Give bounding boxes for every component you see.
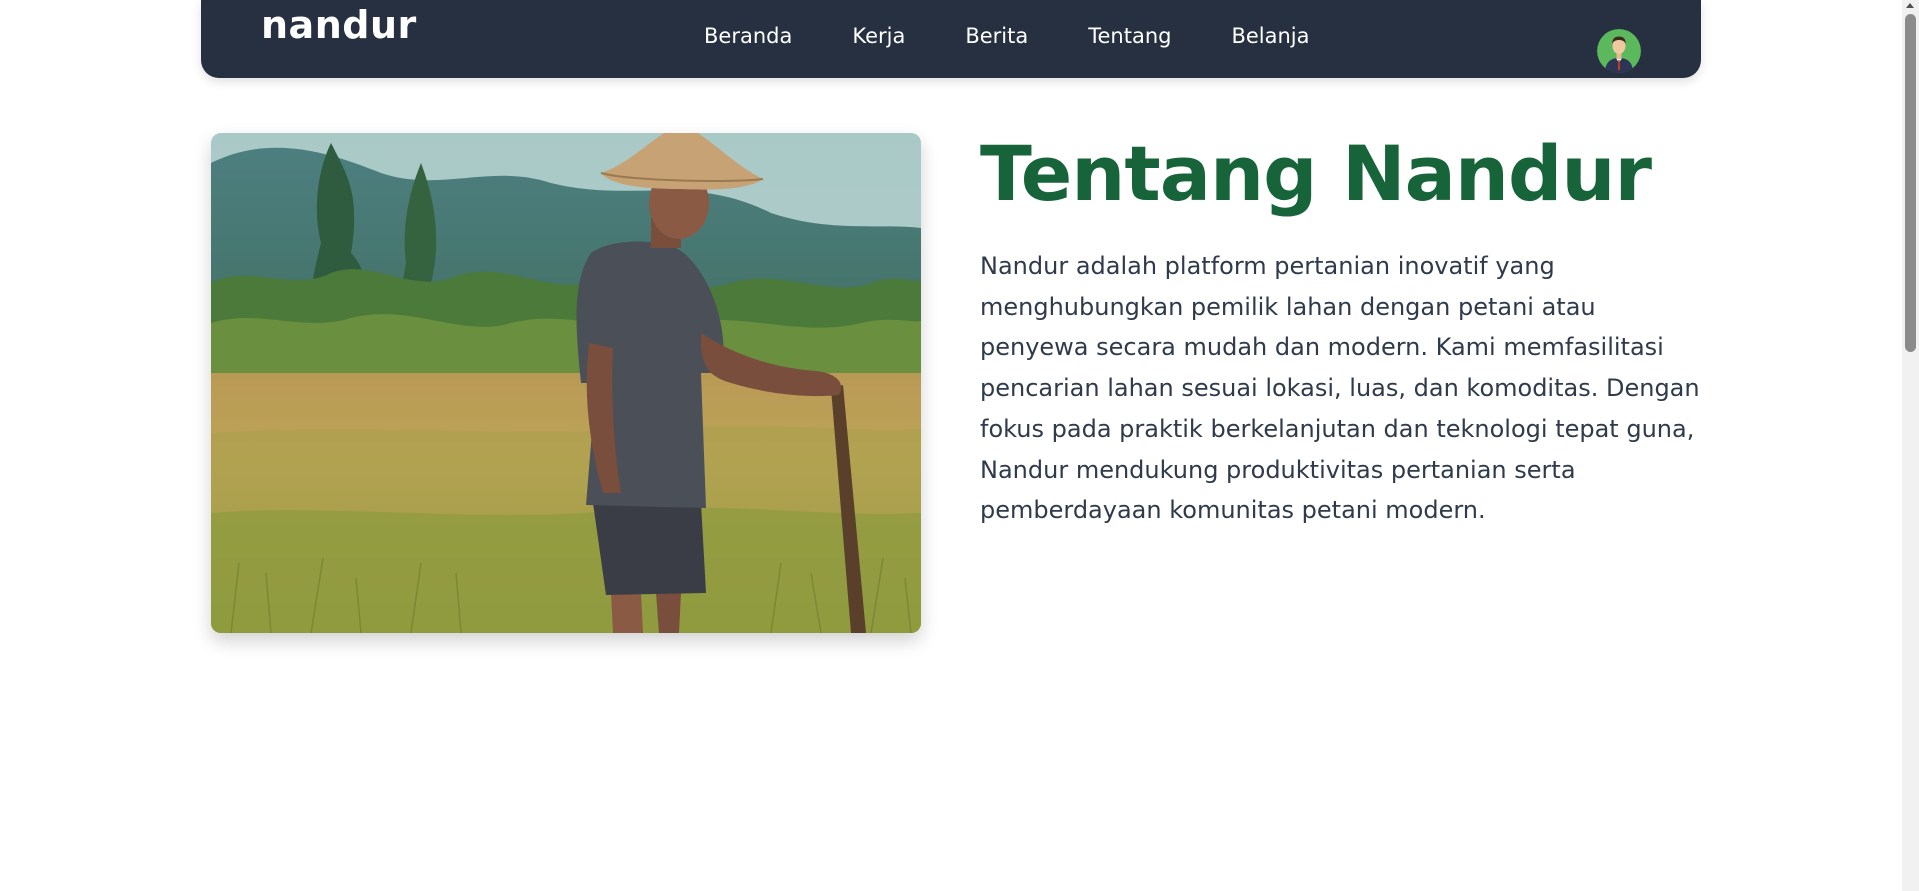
navbar: nandur Beranda Kerja Berita Tentang Bela… <box>201 0 1701 78</box>
user-avatar[interactable] <box>1597 29 1641 73</box>
farmer-photo <box>211 133 921 633</box>
user-avatar-icon <box>1597 29 1641 73</box>
page: nandur Beranda Kerja Berita Tentang Bela… <box>0 0 1919 891</box>
about-description: Nandur adalah platform pertanian inovati… <box>980 252 1700 525</box>
nav-links: Beranda Kerja Berita Tentang Belanja <box>704 24 1310 48</box>
scroll-up-arrow-icon[interactable] <box>1906 3 1914 8</box>
nav-link-kerja[interactable]: Kerja <box>852 24 905 48</box>
nav-link-beranda[interactable]: Beranda <box>704 24 792 48</box>
nav-link-belanja[interactable]: Belanja <box>1231 24 1309 48</box>
scrollbar-thumb[interactable] <box>1905 14 1916 352</box>
nav-link-berita[interactable]: Berita <box>965 24 1028 48</box>
page-title: Tentang Nandur <box>980 129 1652 218</box>
vertical-scrollbar[interactable] <box>1902 0 1919 891</box>
brand-logo[interactable]: nandur <box>261 3 417 47</box>
farmer-field-image <box>211 133 921 633</box>
nav-link-tentang[interactable]: Tentang <box>1088 24 1171 48</box>
